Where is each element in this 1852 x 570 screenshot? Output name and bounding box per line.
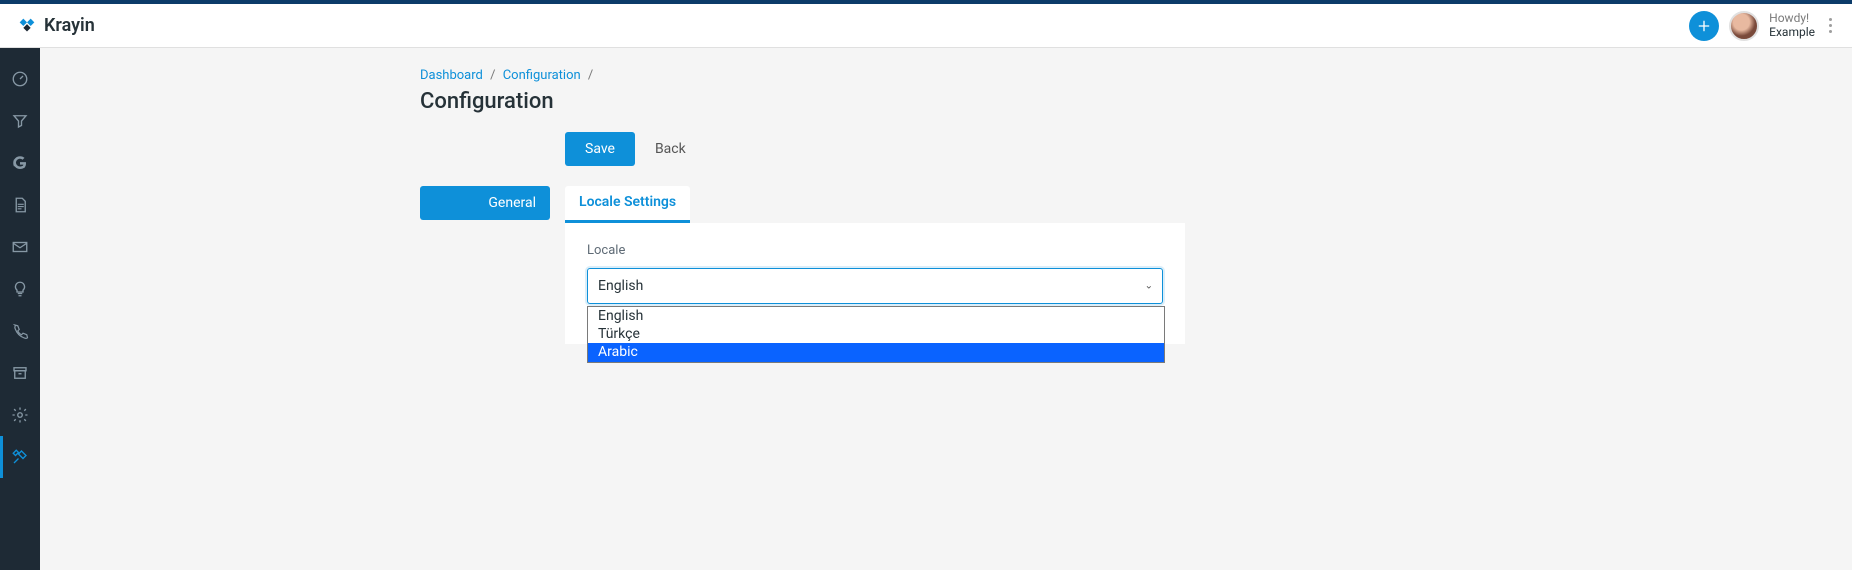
locale-field-label: Locale [587,243,1163,258]
sidebar-item-quotes[interactable] [0,184,40,226]
sidebar-item-leads[interactable] [0,100,40,142]
locale-select-input[interactable]: English [587,268,1163,304]
archive-icon [11,364,29,382]
save-button[interactable]: Save [565,132,635,166]
actions-row: Save Back [565,132,1620,166]
sidebar-item-mail[interactable] [0,226,40,268]
sidebar-item-settings[interactable] [0,394,40,436]
breadcrumb-dashboard[interactable]: Dashboard [420,68,483,83]
brand-logo[interactable]: Krayin [16,15,95,37]
panel-body: Locale English ⌄ English Türkçe Arabic [565,223,1185,344]
sidebar-item-dashboard[interactable] [0,58,40,100]
user-block[interactable]: Howdy! Example [1769,12,1815,38]
more-menu-button[interactable] [1825,14,1836,37]
mail-icon [11,238,29,256]
plus-icon [1696,18,1712,34]
google-icon [11,154,29,172]
tools-icon [11,448,29,466]
avatar[interactable] [1729,11,1759,41]
dashboard-icon [11,70,29,88]
breadcrumb: Dashboard / Configuration / [420,68,1620,83]
main-content: Dashboard / Configuration / Configuratio… [40,48,1852,570]
page-title: Configuration [420,89,1620,114]
sidebar [0,48,40,570]
phone-icon [11,322,29,340]
greeting-text: Howdy! [1769,12,1815,25]
config-panel: Locale Settings Locale English ⌄ English… [565,186,1185,344]
gear-icon [11,406,29,424]
locale-option-arabic[interactable]: Arabic [588,343,1164,361]
breadcrumb-sep: / [490,68,495,83]
brand-mark-icon [16,15,38,37]
sidebar-item-google[interactable] [0,142,40,184]
header-right: Howdy! Example [1689,11,1836,41]
sidebar-item-activities[interactable] [0,268,40,310]
bulb-icon [11,280,29,298]
app-header: Krayin Howdy! Example [0,4,1852,48]
tab-locale-settings[interactable]: Locale Settings [565,186,690,223]
back-button[interactable]: Back [655,141,686,157]
locale-option-turkce[interactable]: Türkçe [588,325,1164,343]
sidebar-item-products[interactable] [0,352,40,394]
left-tab-general[interactable]: General [420,186,550,220]
locale-dropdown: English Türkçe Arabic [587,306,1165,363]
locale-select[interactable]: English ⌄ English Türkçe Arabic [587,268,1163,304]
add-button[interactable] [1689,11,1719,41]
locale-option-english[interactable]: English [588,307,1164,325]
tab-strip: Locale Settings [565,186,1185,223]
username-text: Example [1769,26,1815,39]
brand-name: Krayin [44,15,95,36]
left-tabs: General [420,186,550,220]
sidebar-item-contacts[interactable] [0,310,40,352]
locale-selected-value: English [598,278,643,294]
sidebar-item-configuration[interactable] [0,436,40,478]
document-icon [11,196,29,214]
breadcrumb-configuration[interactable]: Configuration [503,68,581,83]
funnel-icon [11,112,29,130]
breadcrumb-sep-trailing: / [588,68,593,83]
